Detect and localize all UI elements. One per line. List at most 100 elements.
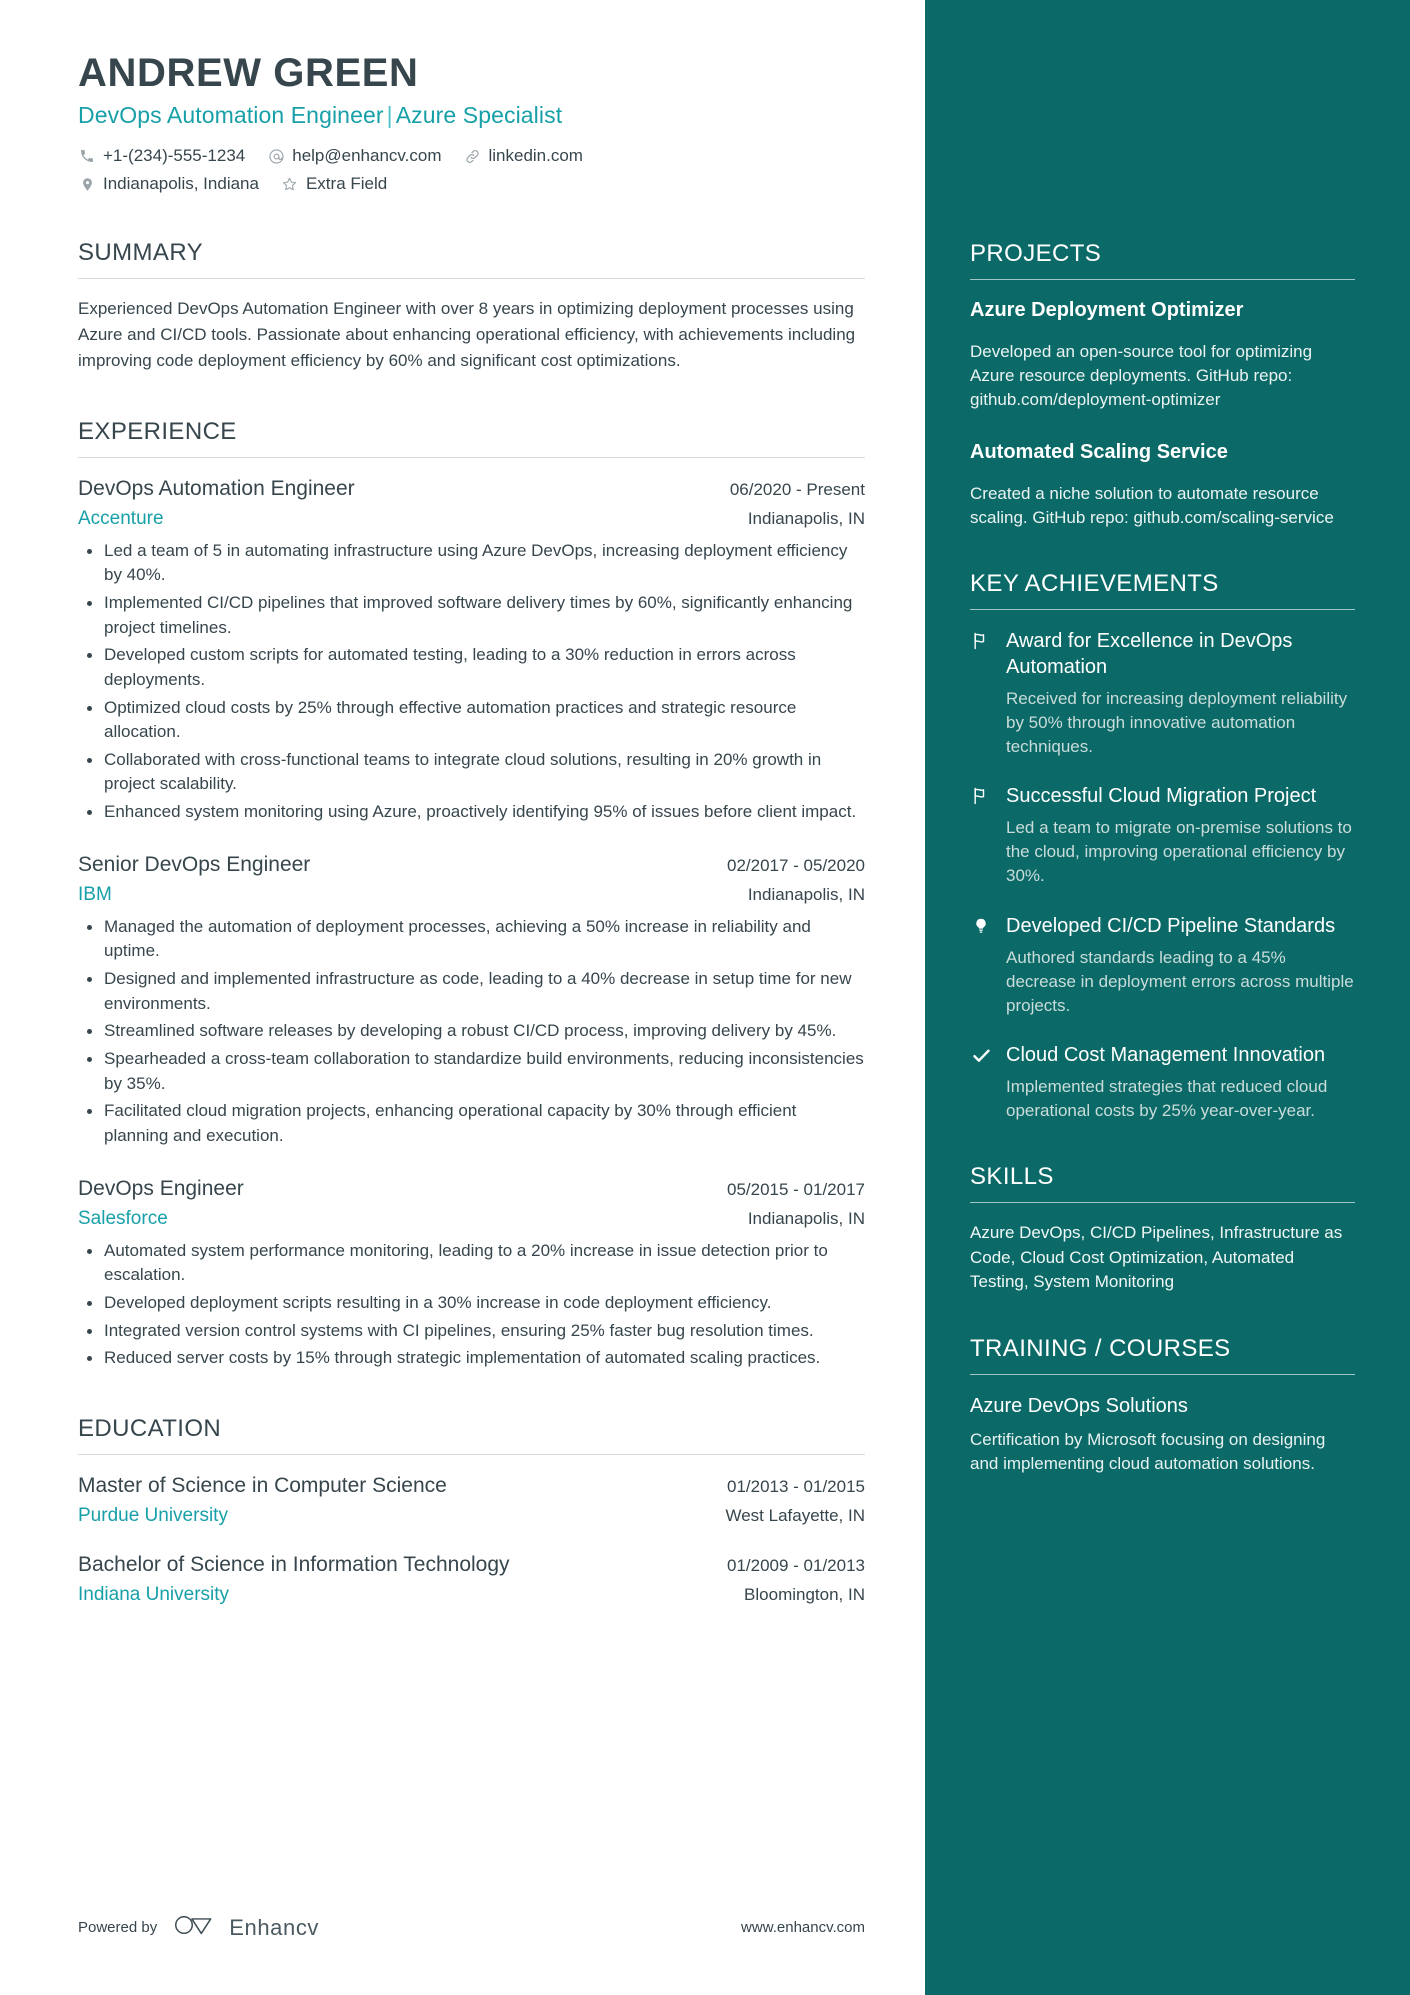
experience-entry-subheader: IBM Indianapolis, IN <box>78 883 865 908</box>
education-entry: Bachelor of Science in Information Techn… <box>78 1551 865 1608</box>
job-location: Indianapolis, IN <box>747 885 865 905</box>
list-item: Integrated version control systems with … <box>78 1319 865 1344</box>
project-item: Azure Deployment Optimizer Developed an … <box>970 298 1355 412</box>
job-bullets: Managed the automation of deployment pro… <box>78 915 865 1149</box>
contact-location-text: Indianapolis, Indiana <box>103 174 259 194</box>
achievement-name: Award for Excellence in DevOps Automatio… <box>1006 629 1293 678</box>
contact-phone-text: +1-(234)-555-1234 <box>103 146 246 165</box>
resume-page: ANDREW GREEN DevOps Automation Engineer |… <box>0 0 1410 1995</box>
powered-by-label: Powered by <box>78 1919 158 1936</box>
project-name: Azure Deployment Optimizer <box>970 299 1244 321</box>
project-description: Created a niche solution to automate res… <box>970 483 1334 527</box>
flag-icon <box>970 783 992 809</box>
degree-title: Master of Science in Computer Science <box>78 1473 447 1497</box>
contact-phone[interactable]: +1-(234)-555-1234 <box>78 145 245 167</box>
achievement-item: Successful Cloud Migration Project Led a… <box>970 783 1355 888</box>
contact-block: +1-(234)-555-1234 help@enhancv.com linke… <box>78 145 865 195</box>
section-title-experience: EXPERIENCE <box>78 417 237 445</box>
headline-role: DevOps Automation Engineer <box>78 102 384 128</box>
project-name: Automated Scaling Service <box>970 440 1228 463</box>
course-item: Azure DevOps Solutions Certification by … <box>970 1393 1355 1476</box>
contact-email[interactable]: help@enhancv.com <box>267 145 441 167</box>
contact-link[interactable]: linkedin.com <box>463 145 583 167</box>
enhancv-brand[interactable]: Enhancv <box>173 1912 319 1943</box>
email-icon <box>267 147 285 165</box>
experience-entry-header: DevOps Automation Engineer 06/2020 - Pre… <box>78 475 865 503</box>
job-company: Salesforce <box>78 1207 168 1229</box>
job-location: Indianapolis, IN <box>747 509 865 529</box>
star-icon <box>281 175 299 193</box>
job-dates: 06/2020 - Present <box>729 479 865 499</box>
list-item: Developed custom scripts for automated t… <box>78 643 865 692</box>
job-title: Senior DevOps Engineer <box>78 852 311 876</box>
section-title-key-achievements: KEY ACHIEVEMENTS <box>970 569 1219 597</box>
footer: Powered by Enhancv www.enhancv.com <box>78 1912 865 1943</box>
achievement-item: Cloud Cost Management Innovation Impleme… <box>970 1042 1355 1123</box>
school-name: Purdue University <box>78 1505 228 1527</box>
education-entry-header: Bachelor of Science in Information Techn… <box>78 1551 865 1579</box>
list-item: Automated system performance monitoring,… <box>78 1239 865 1288</box>
section-divider <box>78 278 865 280</box>
contact-extra-field[interactable]: Extra Field <box>281 173 387 195</box>
list-item: Collaborated with cross-functional teams… <box>78 748 865 797</box>
achievement-description: Implemented strategies that reduced clou… <box>1006 1076 1328 1121</box>
footer-url[interactable]: www.enhancv.com <box>741 1919 865 1936</box>
contact-email-text: help@enhancv.com <box>292 146 442 165</box>
education-entry-header: Master of Science in Computer Science 01… <box>78 1472 865 1500</box>
flag-icon <box>970 628 992 654</box>
contact-row-secondary: Indianapolis, Indiana Extra Field <box>78 173 865 195</box>
degree-dates: 01/2013 - 01/2015 <box>726 1476 865 1496</box>
enhancv-logo-icon <box>173 1912 217 1943</box>
section-key-achievements: KEY ACHIEVEMENTS Award for Excellence in… <box>970 570 1355 1123</box>
check-icon <box>970 1042 992 1068</box>
experience-entry-header: DevOps Engineer 05/2015 - 01/2017 <box>78 1175 865 1203</box>
job-bullets: Automated system performance monitoring,… <box>78 1239 865 1371</box>
experience-entry-subheader: Salesforce Indianapolis, IN <box>78 1207 865 1232</box>
experience-entry-header: Senior DevOps Engineer 02/2017 - 05/2020 <box>78 851 865 879</box>
section-divider <box>78 456 865 458</box>
skills-text: Azure DevOps, CI/CD Pipelines, Infrastru… <box>970 1223 1343 1292</box>
job-company: IBM <box>78 884 112 906</box>
list-item: Streamlined software releases by develop… <box>78 1019 865 1044</box>
headline-separator: | <box>386 102 393 128</box>
achievement-body: Developed CI/CD Pipeline Standards Autho… <box>1006 913 1355 1018</box>
enhancv-brand-name: Enhancv <box>229 1914 320 1940</box>
list-item: Managed the automation of deployment pro… <box>78 915 865 964</box>
section-summary: SUMMARY Experienced DevOps Automation En… <box>78 239 865 373</box>
section-training-courses: TRAINING / COURSES Azure DevOps Solution… <box>970 1335 1355 1476</box>
experience-entry-subheader: Accenture Indianapolis, IN <box>78 507 865 532</box>
section-divider <box>970 1202 1355 1204</box>
headline: DevOps Automation Engineer | Azure Special… <box>78 102 865 129</box>
list-item: Facilitated cloud migration projects, en… <box>78 1099 865 1148</box>
job-location: Indianapolis, IN <box>747 1208 865 1228</box>
resume-main-column: ANDREW GREEN DevOps Automation Engineer |… <box>0 0 925 1995</box>
section-title-training-courses: TRAINING / COURSES <box>970 1335 1231 1363</box>
achievement-description: Led a team to migrate on-premise solutio… <box>1006 818 1352 886</box>
section-title-projects: PROJECTS <box>970 240 1102 267</box>
achievement-item: Award for Excellence in DevOps Automatio… <box>970 628 1355 759</box>
experience-entry: DevOps Automation Engineer 06/2020 - Pre… <box>78 475 865 825</box>
job-dates: 02/2017 - 05/2020 <box>726 855 865 875</box>
section-divider <box>970 608 1355 610</box>
contact-row-primary: +1-(234)-555-1234 help@enhancv.com linke… <box>78 145 865 167</box>
project-item: Automated Scaling Service Created a nich… <box>970 440 1355 530</box>
education-entry-subheader: Indiana University Bloomington, IN <box>78 1583 865 1608</box>
list-item: Designed and implemented infrastructure … <box>78 967 865 1016</box>
list-item: Implemented CI/CD pipelines that improve… <box>78 591 865 640</box>
resume-sidebar: PROJECTS Azure Deployment Optimizer Deve… <box>925 0 1410 1995</box>
experience-entry: DevOps Engineer 05/2015 - 01/2017 Salesf… <box>78 1175 865 1371</box>
job-title: DevOps Engineer <box>78 1176 244 1200</box>
school-name: Indiana University <box>78 1584 230 1606</box>
section-divider <box>970 279 1355 280</box>
contact-location[interactable]: Indianapolis, Indiana <box>78 173 259 195</box>
job-company: Accenture <box>78 508 164 530</box>
job-bullets: Led a team of 5 in automating infrastruc… <box>78 539 865 825</box>
summary-text: Experienced DevOps Automation Engineer w… <box>78 299 856 370</box>
phone-icon <box>78 147 96 165</box>
education-entry: Master of Science in Computer Science 01… <box>78 1472 865 1529</box>
link-icon <box>463 147 481 165</box>
school-location: West Lafayette, IN <box>725 1506 865 1526</box>
experience-entry: Senior DevOps Engineer 02/2017 - 05/2020… <box>78 851 865 1149</box>
achievement-name: Cloud Cost Management Innovation <box>1006 1043 1326 1066</box>
education-entry-subheader: Purdue University West Lafayette, IN <box>78 1504 865 1529</box>
